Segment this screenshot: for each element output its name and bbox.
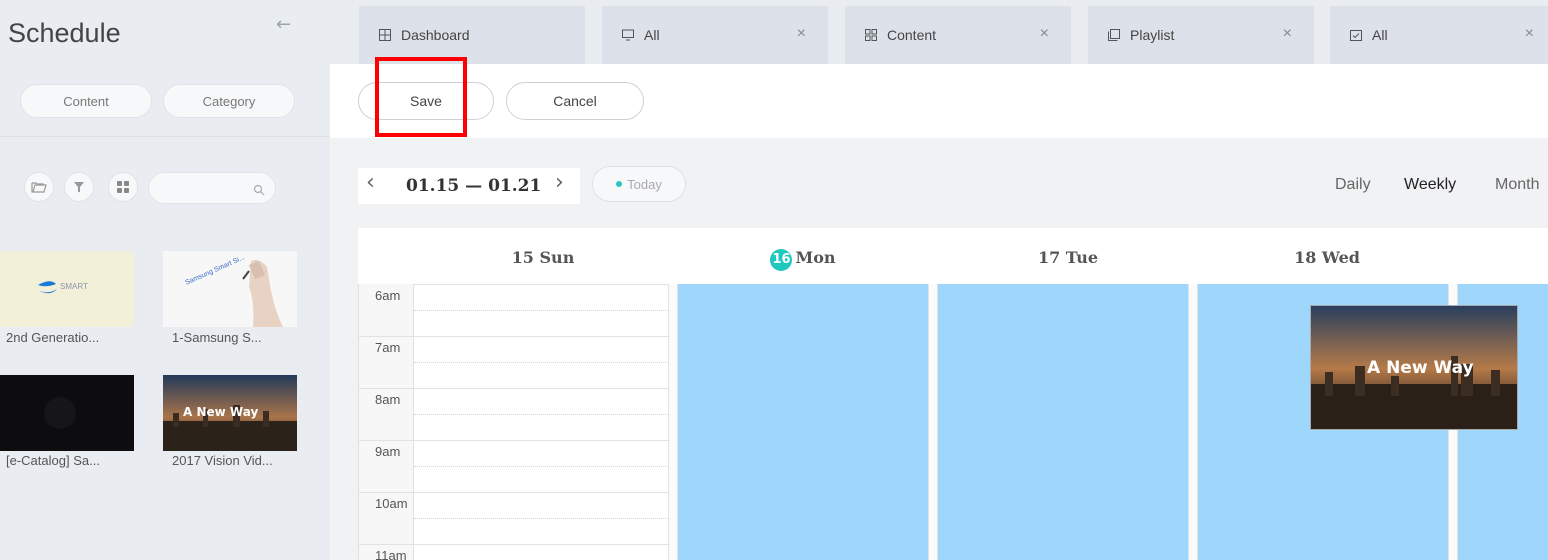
day-number: 17 — [1037, 248, 1061, 267]
day-name: Wed — [1321, 248, 1360, 267]
today-number-badge: 16 — [770, 249, 793, 271]
arrow-left-icon[interactable]: ← — [276, 14, 291, 35]
day-number: 15 — [511, 248, 534, 267]
hour-label: 11am — [375, 548, 407, 560]
half-hour-line — [414, 518, 678, 519]
view-weekly[interactable]: Weekly — [1404, 176, 1456, 194]
thumbnail-label: 2017 Vision Vid... — [172, 453, 273, 468]
day-separator — [1188, 284, 1198, 560]
thumbnail-label: 1-Samsung S... — [172, 330, 262, 345]
view-daily[interactable]: Daily — [1335, 176, 1371, 194]
half-hour-line — [414, 466, 678, 467]
thumbnail-label: 2nd Generatio... — [6, 330, 100, 345]
tab-label: All — [644, 27, 660, 43]
hour-label: 6am — [375, 288, 401, 303]
content-thumbnail[interactable]: SMART — [0, 251, 134, 327]
content-grid-icon — [865, 29, 877, 41]
tab-playlist[interactable]: Playlist × — [1088, 6, 1314, 64]
close-icon[interactable]: × — [1525, 25, 1534, 43]
tab-label: Dashboard — [401, 27, 470, 43]
view-month[interactable]: Month — [1495, 176, 1539, 194]
category-filter-button[interactable]: Category — [163, 84, 295, 118]
content-thumbnail[interactable]: Samsung Smart Si... — [163, 251, 297, 327]
hour-label: 10am — [375, 496, 408, 511]
sidebar-title: Schedule — [8, 18, 121, 48]
event-title: A New Way — [1367, 358, 1474, 378]
day-header: 15 Sun — [468, 248, 618, 267]
content-sidebar: Schedule ← Content Category SMART 2nd Ge… — [0, 0, 330, 560]
search-input[interactable] — [159, 179, 255, 199]
hour-label: 8am — [375, 392, 401, 407]
hour-label: 7am — [375, 340, 401, 355]
half-hour-line — [414, 414, 678, 415]
tab-label: Content — [887, 27, 937, 43]
thumbnail-text: A New Way — [183, 405, 259, 419]
monitor-icon — [622, 29, 634, 41]
tab-schedule-all[interactable]: All × — [1330, 6, 1548, 64]
close-icon[interactable]: × — [1040, 25, 1049, 43]
content-thumbnail[interactable] — [0, 375, 134, 451]
today-dot-icon — [616, 181, 623, 187]
next-week-icon[interactable]: › — [555, 170, 564, 195]
tab-dashboard[interactable]: Dashboard — [359, 6, 585, 64]
cancel-button[interactable]: Cancel — [506, 82, 644, 120]
filter-icon[interactable] — [64, 172, 94, 202]
playlist-icon — [1108, 29, 1120, 41]
content-filter-button[interactable]: Content — [20, 84, 152, 118]
half-hour-line — [414, 310, 678, 311]
day-name: Tue — [1065, 248, 1099, 267]
dashboard-icon — [379, 29, 391, 41]
time-column: 6am 7am 8am 9am 10am 11am — [358, 284, 414, 560]
tab-label: All — [1372, 27, 1388, 43]
today-label: Today — [627, 176, 662, 192]
thumbnail-text: SMART — [60, 282, 88, 291]
day-separator — [668, 284, 678, 560]
folder-icon[interactable] — [24, 172, 54, 202]
search-icon[interactable] — [253, 181, 265, 200]
sidebar-search — [148, 172, 276, 204]
schedule-event-thumbnail[interactable]: A New Way — [1310, 305, 1518, 430]
half-hour-line — [414, 362, 678, 363]
date-range: 01.15 — 01.21 — [406, 176, 542, 196]
today-button[interactable]: Today — [592, 166, 686, 202]
day-separator — [928, 284, 938, 560]
day-name: Sun — [539, 248, 575, 267]
close-icon[interactable]: × — [797, 25, 806, 43]
hour-label: 9am — [375, 444, 401, 459]
content-thumbnail[interactable]: A New Way — [163, 375, 297, 451]
time-slot-mon[interactable] — [678, 284, 928, 560]
sidebar-divider — [0, 136, 330, 137]
day-header: 18 Wed — [1252, 248, 1402, 267]
schedule-icon — [1350, 29, 1362, 41]
time-slot-tue[interactable] — [938, 284, 1188, 560]
thumbnail-label: [e-Catalog] Sa... — [6, 453, 100, 468]
day-header-today: 16 Mon — [728, 248, 878, 271]
grid-icon[interactable] — [108, 172, 138, 202]
highlight-box — [375, 57, 467, 137]
tab-devices-all[interactable]: All × — [602, 6, 828, 64]
prev-week-icon[interactable]: ‹ — [366, 170, 375, 195]
close-icon[interactable]: × — [1283, 25, 1292, 43]
tab-bar: Dashboard All × Content × Playlist × All… — [330, 0, 1548, 64]
day-header: 17 Tue — [993, 248, 1143, 267]
tab-content[interactable]: Content × — [845, 6, 1071, 64]
day-number: 18 — [1294, 248, 1317, 267]
tab-label: Playlist — [1130, 27, 1175, 43]
day-name: Mon — [795, 248, 836, 267]
